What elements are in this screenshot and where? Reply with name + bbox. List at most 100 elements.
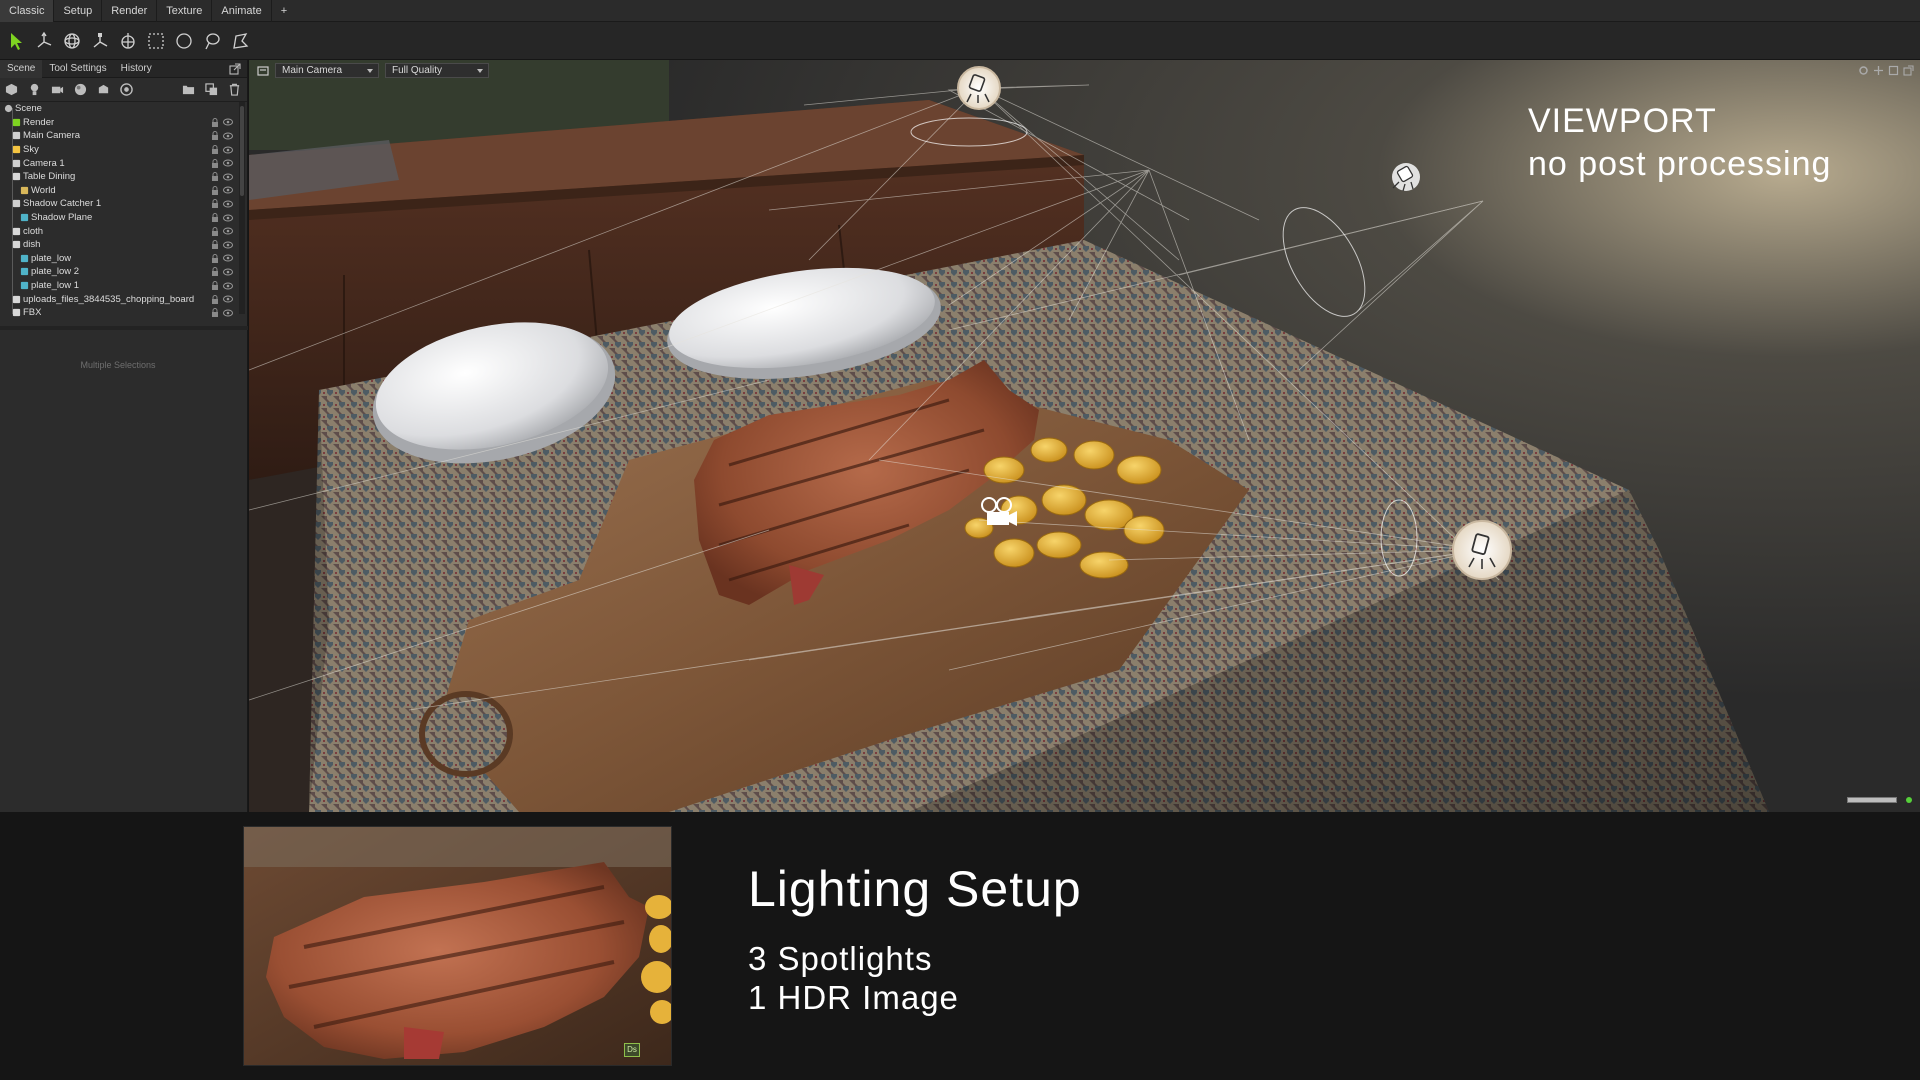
toolbar bbox=[0, 22, 1920, 60]
tree-item[interactable]: Scene bbox=[0, 102, 247, 116]
add-object-icon[interactable] bbox=[4, 83, 18, 97]
viewport-settings-icon[interactable] bbox=[1858, 63, 1869, 75]
quality-select[interactable]: Full Quality bbox=[385, 62, 489, 78]
mesh-icon bbox=[12, 227, 21, 235]
lock-icon[interactable] bbox=[211, 185, 219, 195]
lock-icon[interactable] bbox=[211, 145, 219, 155]
visibility-eye-icon[interactable] bbox=[223, 254, 233, 262]
visibility-eye-icon[interactable] bbox=[223, 186, 233, 194]
tree-item[interactable]: Table Dining bbox=[0, 170, 247, 184]
mesh-icon bbox=[12, 295, 21, 303]
lock-icon[interactable] bbox=[211, 213, 219, 223]
add-shader-icon[interactable] bbox=[119, 83, 133, 97]
add-camera-icon[interactable] bbox=[50, 83, 64, 97]
panel-tabs: Scene Tool Settings History bbox=[0, 59, 247, 78]
lock-icon[interactable] bbox=[211, 172, 219, 182]
folder-icon[interactable] bbox=[181, 83, 195, 97]
tree-scrollbar[interactable] bbox=[239, 102, 245, 314]
sky-icon bbox=[12, 145, 21, 154]
add-material-icon[interactable] bbox=[73, 83, 87, 97]
viewport-move-icon[interactable] bbox=[1873, 63, 1884, 75]
tree-item-label: Main Camera bbox=[23, 130, 81, 142]
visibility-eye-icon[interactable] bbox=[223, 200, 233, 208]
box-select-icon[interactable] bbox=[144, 29, 168, 53]
visibility-eye-icon[interactable] bbox=[223, 173, 233, 181]
lock-icon[interactable] bbox=[211, 253, 219, 263]
folder-icon bbox=[20, 186, 29, 194]
popout-icon[interactable] bbox=[229, 62, 241, 75]
tree-item[interactable]: Shadow Plane bbox=[0, 211, 247, 225]
tab-animate[interactable]: Animate bbox=[212, 0, 272, 22]
shadow-catcher-icon bbox=[12, 200, 21, 208]
tab-tool-settings[interactable]: Tool Settings bbox=[42, 60, 113, 78]
add-light-icon[interactable] bbox=[27, 83, 41, 97]
tree-item-label: uploads_files_3844535_chopping_board bbox=[23, 293, 195, 305]
tab-texture[interactable]: Texture bbox=[157, 0, 213, 22]
visibility-eye-icon[interactable] bbox=[223, 295, 233, 303]
visibility-eye-icon[interactable] bbox=[223, 132, 233, 140]
tree-item[interactable]: Shadow Catcher 1 bbox=[0, 197, 247, 211]
tree-item-label: Shadow Plane bbox=[31, 212, 93, 224]
lasso-select-icon[interactable] bbox=[200, 29, 224, 53]
pivot-icon[interactable] bbox=[116, 29, 140, 53]
tree-scrollbar-thumb[interactable] bbox=[240, 106, 244, 196]
visibility-eye-icon[interactable] bbox=[223, 268, 233, 276]
add-group-icon[interactable] bbox=[96, 83, 110, 97]
tree-item[interactable]: Camera 1 bbox=[0, 156, 247, 170]
tab-scene[interactable]: Scene bbox=[0, 59, 43, 78]
visibility-eye-icon[interactable] bbox=[223, 227, 233, 235]
scale-gizmo-icon[interactable] bbox=[88, 29, 112, 53]
panel-splitter[interactable] bbox=[0, 326, 248, 330]
lock-icon[interactable] bbox=[211, 226, 219, 236]
caption-heading: Lighting Setup bbox=[748, 861, 1082, 917]
move-gizmo-icon[interactable] bbox=[32, 29, 56, 53]
tree-item-label: Sky bbox=[23, 144, 39, 156]
viewport[interactable]: Main Camera Full Quality VIEWPORT no pos… bbox=[249, 60, 1920, 812]
camera-select[interactable]: Main Camera bbox=[275, 62, 379, 78]
polygon-select-icon[interactable] bbox=[228, 29, 252, 53]
add-tab-button[interactable]: + bbox=[272, 0, 296, 22]
visibility-eye-icon[interactable] bbox=[223, 146, 233, 154]
lock-icon[interactable] bbox=[211, 308, 219, 318]
tree-item[interactable]: uploads_files_3844535_chopping_board bbox=[0, 292, 247, 306]
tree-item[interactable]: Render bbox=[0, 116, 247, 130]
visibility-eye-icon[interactable] bbox=[223, 214, 233, 222]
tree-item-label: Shadow Catcher 1 bbox=[23, 198, 102, 210]
rotate-gizmo-icon[interactable] bbox=[60, 29, 84, 53]
tab-render[interactable]: Render bbox=[102, 0, 158, 22]
tab-history[interactable]: History bbox=[114, 60, 159, 78]
lock-icon[interactable] bbox=[211, 294, 219, 304]
tree-item[interactable]: cloth bbox=[0, 224, 247, 238]
caption-line-spotlights: 3 Spotlights bbox=[748, 940, 933, 977]
lock-icon[interactable] bbox=[211, 117, 219, 127]
lock-icon[interactable] bbox=[211, 267, 219, 277]
viewport-maximize-icon[interactable] bbox=[1888, 63, 1899, 76]
delete-icon[interactable] bbox=[227, 83, 241, 97]
circle-select-icon[interactable] bbox=[172, 29, 196, 53]
tab-classic[interactable]: Classic bbox=[0, 0, 55, 22]
visibility-eye-icon[interactable] bbox=[223, 159, 233, 167]
tree-item[interactable]: plate_low 1 bbox=[0, 279, 247, 293]
lock-icon[interactable] bbox=[211, 131, 219, 141]
lock-icon[interactable] bbox=[211, 199, 219, 209]
tree-item[interactable]: Main Camera bbox=[0, 129, 247, 143]
tree-item[interactable]: Sky bbox=[0, 143, 247, 157]
viewport-menu-icon[interactable] bbox=[257, 64, 269, 76]
visibility-eye-icon[interactable] bbox=[223, 118, 233, 126]
tab-setup[interactable]: Setup bbox=[54, 0, 103, 22]
tree-item[interactable]: plate_low bbox=[0, 252, 247, 266]
tree-item-label: Scene bbox=[15, 103, 42, 115]
tree-item[interactable]: FBX bbox=[0, 306, 247, 320]
lock-icon[interactable] bbox=[211, 281, 219, 291]
visibility-eye-icon[interactable] bbox=[223, 309, 233, 317]
tree-item[interactable]: plate_low 2 bbox=[0, 265, 247, 279]
lock-icon[interactable] bbox=[211, 240, 219, 250]
select-arrow-icon[interactable] bbox=[4, 29, 28, 53]
visibility-eye-icon[interactable] bbox=[223, 241, 233, 249]
visibility-eye-icon[interactable] bbox=[223, 282, 233, 290]
tree-item[interactable]: World bbox=[0, 184, 247, 198]
tree-item[interactable]: dish bbox=[0, 238, 247, 252]
viewport-popout-icon[interactable] bbox=[1903, 63, 1914, 76]
duplicate-icon[interactable] bbox=[204, 83, 218, 97]
lock-icon[interactable] bbox=[211, 158, 219, 168]
